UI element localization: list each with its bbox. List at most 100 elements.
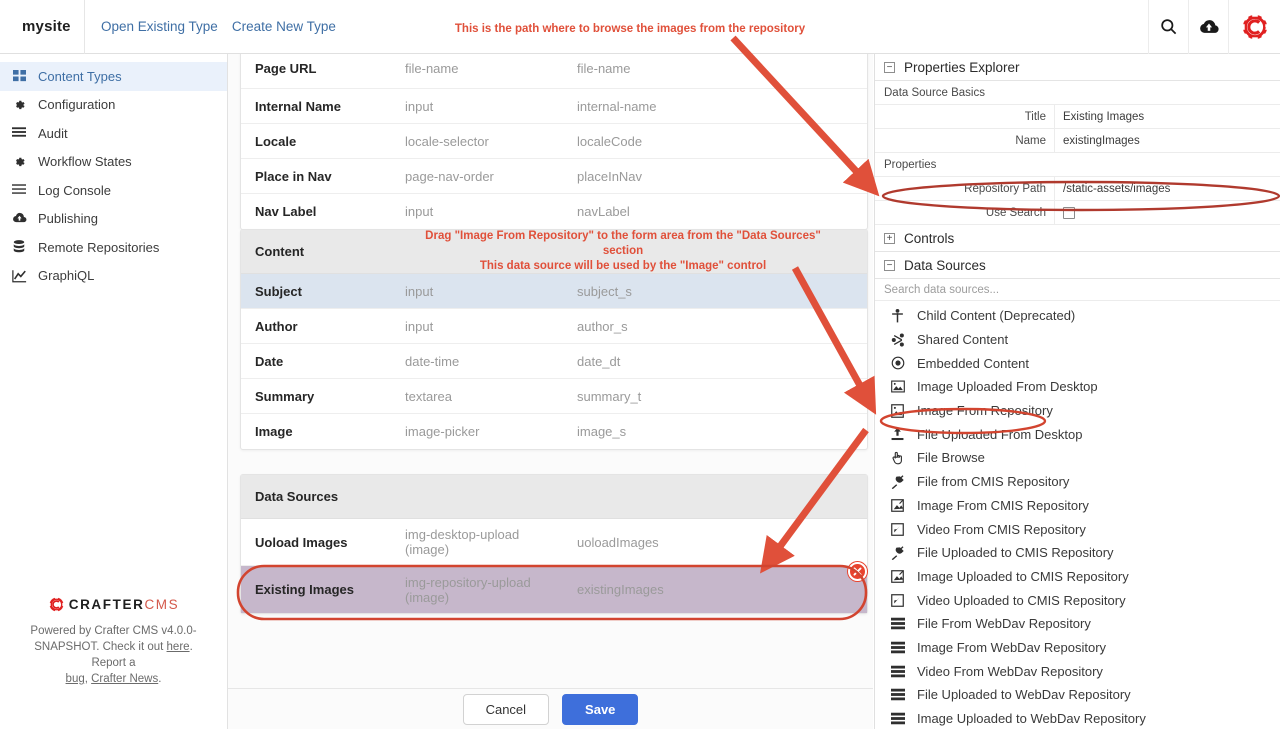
field-id: file-name	[577, 61, 631, 76]
expand-plus-icon[interactable]: +	[884, 232, 895, 244]
property-row-title: Title Existing Images	[875, 105, 1280, 129]
cancel-button[interactable]: Cancel	[462, 693, 550, 725]
property-row-use-search: Use Search	[875, 201, 1280, 225]
data-source-image-from-repository[interactable]: Image From Repository	[875, 399, 1280, 423]
field-name: Page URL	[255, 61, 317, 76]
field-control: file-name	[405, 61, 459, 76]
data-source-embedded-content[interactable]: Embedded Content	[875, 351, 1280, 375]
properties-explorer-header[interactable]: − Properties Explorer	[875, 54, 1280, 81]
field-name: Place in Nav	[255, 168, 332, 184]
data-source-video-uploaded-to-cmis-repository[interactable]: Video Uploaded to CMIS Repository	[875, 588, 1280, 612]
sidebar-item-content-types[interactable]: Content Types	[0, 62, 227, 91]
collapse-minus-icon[interactable]: −	[884, 61, 895, 73]
data-source-file-uploaded-from-desktop[interactable]: File Uploaded From Desktop	[875, 422, 1280, 446]
table-row[interactable]: Locale locale-selector localeCode	[241, 124, 867, 159]
property-value[interactable]: Existing Images	[1055, 105, 1280, 128]
table-row[interactable]: Image image-picker image_s	[241, 414, 867, 449]
data-source-file-from-cmis-repository[interactable]: File from CMIS Repository	[875, 470, 1280, 494]
datasource-control: img-repository-upload (image)	[405, 574, 531, 605]
footer-bug-link[interactable]: bug	[66, 673, 85, 685]
data-source-file-browse[interactable]: File Browse	[875, 446, 1280, 470]
table-row[interactable]: Date date-time date_dt	[241, 344, 867, 379]
data-source-basics-header: Data Source Basics	[875, 81, 1280, 105]
data-sources-header[interactable]: − Data Sources	[875, 252, 1280, 279]
sidebar-item-log-console[interactable]: Log Console	[0, 176, 227, 205]
table-row[interactable]: Place in Nav page-nav-order placeInNav	[241, 159, 867, 194]
data-source-file-uploaded-to-cmis-repository[interactable]: File Uploaded to CMIS Repository	[875, 541, 1280, 565]
collapse-minus-icon[interactable]: −	[884, 259, 895, 271]
field-id: author_s	[577, 318, 628, 334]
table-row[interactable]: Existing Images img-repository-upload (i…	[241, 566, 867, 613]
image-doc-icon	[889, 403, 906, 418]
cloud-upload-icon[interactable]	[1188, 0, 1228, 54]
property-value[interactable]: existingImages	[1055, 129, 1280, 152]
remove-datasource-icon[interactable]	[848, 562, 867, 581]
field-control: textarea	[405, 388, 452, 404]
field-id: date_dt	[577, 353, 621, 369]
data-source-image-uploaded-to-webdav-repository[interactable]: Image Uploaded to WebDav Repository	[875, 707, 1280, 729]
grid-icon	[10, 69, 28, 83]
crafter-gear-logo[interactable]	[1228, 0, 1280, 54]
target-icon	[889, 356, 906, 370]
sidebar-item-configuration[interactable]: Configuration	[0, 91, 227, 120]
footer-line-1: Powered by Crafter CMS v4.0.0-	[30, 625, 197, 637]
table-row[interactable]: Subject input subject_s	[241, 274, 867, 309]
field-control: image-picker	[405, 424, 480, 439]
search-data-sources-input[interactable]: Search data sources...	[875, 279, 1280, 301]
data-source-file-from-webdav-repository[interactable]: File From WebDav Repository	[875, 612, 1280, 636]
sidebar-item-workflow-states[interactable]: Workflow States	[0, 148, 227, 177]
footer-here-link[interactable]: here	[167, 641, 190, 653]
footer-crafter-news-link[interactable]: Crafter News	[91, 673, 158, 685]
cmis-image-icon	[889, 570, 906, 583]
data-source-video-from-cmis-repository[interactable]: Video From CMIS Repository	[875, 517, 1280, 541]
data-source-child-content[interactable]: Child Content (Deprecated)	[875, 304, 1280, 328]
data-source-image-from-cmis-repository[interactable]: Image From CMIS Repository	[875, 494, 1280, 518]
list-icon	[10, 184, 28, 196]
server-icon	[889, 665, 906, 678]
database-icon	[10, 240, 28, 254]
data-source-image-uploaded-from-desktop[interactable]: Image Uploaded From Desktop	[875, 375, 1280, 399]
section-title: Data Sources	[904, 257, 986, 273]
field-control: date-time	[405, 353, 460, 369]
data-source-image-uploaded-to-cmis-repository[interactable]: Image Uploaded to CMIS Repository	[875, 565, 1280, 589]
field-name: Nav Label	[255, 204, 317, 219]
use-search-checkbox[interactable]	[1063, 206, 1075, 219]
datasource-control: img-desktop-upload (image)	[405, 527, 520, 557]
footer-line-2: SNAPSHOT. Check it out here. Report a	[18, 639, 209, 671]
data-source-label: File from CMIS Repository	[917, 474, 1070, 490]
data-source-file-uploaded-to-webdav-repository[interactable]: File Uploaded to WebDav Repository	[875, 683, 1280, 707]
nav-open-existing-type[interactable]: Open Existing Type	[101, 19, 218, 34]
repository-path-input[interactable]: /static-assets/images	[1055, 177, 1280, 200]
table-row[interactable]: Summary textarea summary_t	[241, 379, 867, 414]
footer-text-a: SNAPSHOT. Check it out	[34, 641, 167, 653]
sidebar-item-graphiql[interactable]: GraphiQL	[0, 262, 227, 291]
field-name: Subject	[255, 283, 302, 299]
data-source-label: File Uploaded to WebDav Repository	[917, 687, 1131, 703]
table-row[interactable]: Internal Name input internal-name	[241, 89, 867, 124]
save-button[interactable]: Save	[562, 693, 639, 725]
chart-line-icon	[10, 269, 28, 283]
data-source-label: Image From WebDav Repository	[917, 639, 1107, 655]
field-id: navLabel	[577, 204, 630, 219]
search-icon[interactable]	[1148, 0, 1188, 54]
property-label: Use Search	[875, 201, 1055, 224]
section-title: Data Sources	[255, 489, 339, 504]
cmis-image-icon	[889, 498, 906, 512]
field-control: page-nav-order	[405, 168, 494, 184]
table-row[interactable]: Nav Label input navLabel	[241, 194, 867, 229]
sidebar-item-audit[interactable]: Audit	[0, 119, 227, 148]
field-control: input	[405, 318, 434, 334]
sidebar-item-label: Log Console	[38, 182, 111, 198]
table-row[interactable]: Author input author_s	[241, 309, 867, 344]
nav-create-new-type[interactable]: Create New Type	[232, 19, 336, 34]
data-source-shared-content[interactable]: Shared Content	[875, 328, 1280, 352]
footer-line-3: bug, Crafter News.	[18, 671, 209, 687]
table-row[interactable]: Uoload Images img-desktop-upload (image)…	[241, 519, 867, 566]
controls-header[interactable]: + Controls	[875, 225, 1280, 252]
data-source-video-from-webdav-repository[interactable]: Video From WebDav Repository	[875, 659, 1280, 683]
table-row[interactable]: Page URL file-name file-name	[241, 54, 867, 89]
cmis-video-icon	[889, 522, 906, 536]
data-source-image-from-webdav-repository[interactable]: Image From WebDav Repository	[875, 636, 1280, 660]
sidebar-item-remote-repositories[interactable]: Remote Repositories	[0, 233, 227, 262]
sidebar-item-publishing[interactable]: Publishing	[0, 205, 227, 234]
